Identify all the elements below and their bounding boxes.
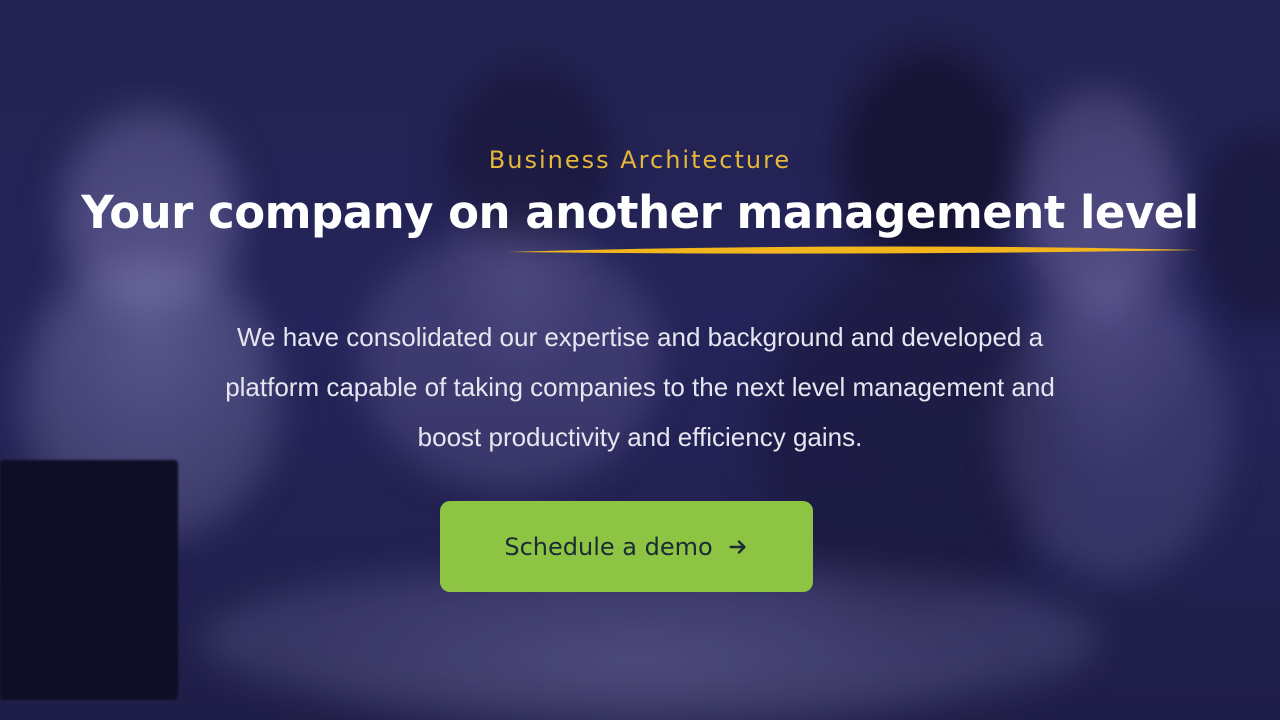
hero-eyebrow: Business Architecture <box>488 146 792 174</box>
schedule-demo-label: Schedule a demo <box>504 532 713 561</box>
headline-underline-decoration <box>508 246 1198 254</box>
hero-content: Business Architecture Your company on an… <box>0 0 1280 720</box>
hero-description: We have consolidated our expertise and b… <box>225 322 1055 452</box>
arrow-right-icon <box>729 539 746 554</box>
schedule-demo-button[interactable]: Schedule a demo <box>440 501 813 592</box>
hero-section: Business Architecture Your company on an… <box>0 0 1280 720</box>
hero-headline: Your company on another management level <box>81 186 1199 239</box>
